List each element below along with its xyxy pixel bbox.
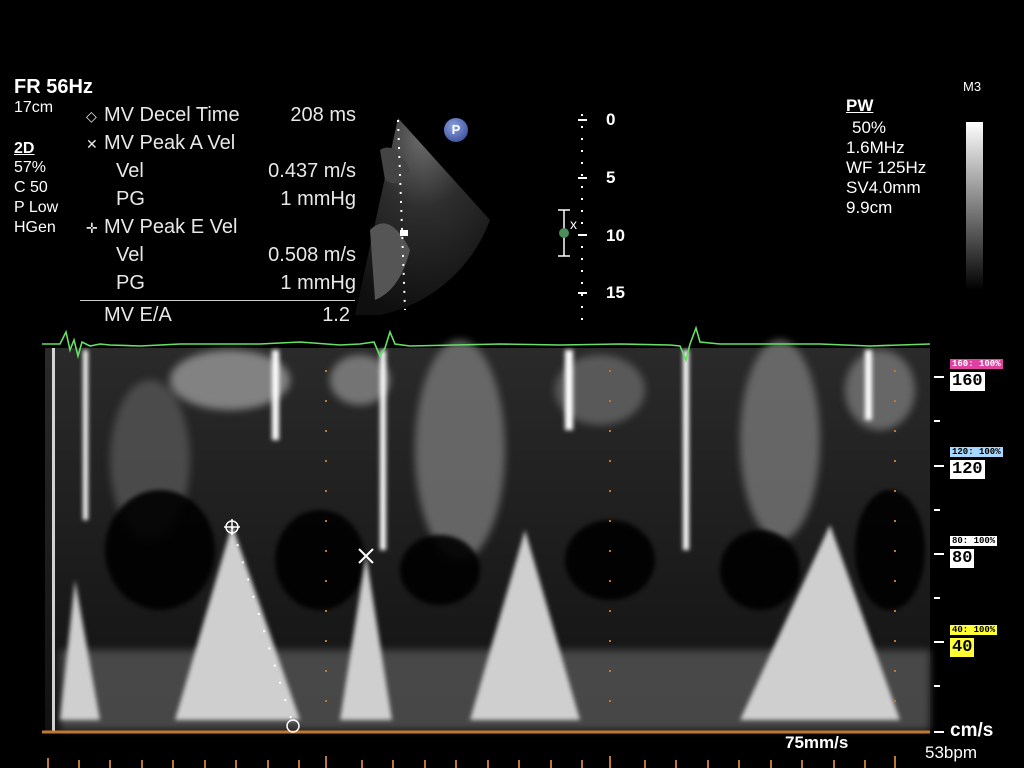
compression-label: C 50 — [14, 179, 48, 196]
velocity-label-40: 40: 100% 40 — [950, 619, 1010, 657]
velocity-tag: 80: 100% — [950, 536, 998, 546]
depth-tick-label: 5 — [606, 168, 616, 187]
grayscale-bar — [966, 122, 983, 290]
diamond-caliper-icon: ◇ — [86, 108, 97, 124]
gate-depth-label: 9.9cm — [846, 198, 893, 217]
velocity-value: 120 — [950, 460, 985, 479]
measurement-value: 1 mmHg — [280, 188, 356, 210]
velocity-tag: 120: 100% — [950, 447, 1003, 457]
velocity-scale-ticks — [934, 376, 944, 733]
velocity-tag: 40: 100% — [950, 625, 998, 635]
velocity-unit-label: cm/s — [950, 720, 994, 741]
depth-tick-label: 15 — [606, 283, 625, 302]
velocity-value: 40 — [950, 638, 975, 657]
doppler-spectrum — [42, 325, 944, 768]
map-label: M3 — [963, 79, 982, 94]
velocity-value: 160 — [950, 372, 985, 391]
measurement-label: Vel — [116, 244, 144, 266]
velocity-label-160: 160: 100% 160 — [950, 353, 1010, 391]
cross-caliper-icon: ✕ — [86, 136, 98, 152]
gain-2d-label: 57% — [14, 159, 47, 176]
depth-tick-label: 0 — [606, 110, 616, 129]
measurement-label: MV Peak A Vel — [104, 132, 236, 154]
probe-badge[interactable]: P — [444, 118, 468, 142]
sector-thumbnail — [355, 118, 490, 315]
measurement-value: 1 mmHg — [280, 272, 356, 294]
heart-rate-label: 53bpm — [925, 743, 977, 762]
velocity-label-120: 120: 100% 120 — [950, 441, 1010, 479]
measurement-row: Vel 0.508 m/s — [84, 244, 356, 270]
time-axis-ticks — [47, 756, 896, 768]
measurement-value: 0.508 m/s — [268, 244, 356, 266]
sweep-speed-label: 75mm/s — [785, 733, 849, 752]
power-label: P Low — [14, 199, 59, 216]
measurement-label: MV Decel Time — [104, 104, 240, 126]
measurement-row: ✛ MV Peak E Vel — [84, 216, 356, 242]
measurement-row: ◇ MV Decel Time 208 ms — [84, 104, 356, 130]
velocity-value: 80 — [950, 549, 975, 568]
pw-mode-label: PW — [846, 96, 874, 115]
velocity-label-80: 80: 100% 80 — [950, 530, 1010, 568]
measurement-row: PG 1 mmHg — [84, 272, 356, 298]
frame-rate-label: FR 56Hz — [14, 76, 93, 98]
svg-text:x: x — [570, 216, 577, 232]
measurement-row: ✕ MV Peak A Vel — [84, 132, 356, 158]
wall-filter-label: WF 125Hz — [846, 158, 927, 177]
sample-volume-gate[interactable]: x — [555, 208, 585, 260]
velocity-tag: 160: 100% — [950, 359, 1003, 369]
measurement-label: MV Peak E Vel — [104, 216, 238, 238]
mode-2d-label: 2D — [14, 140, 35, 157]
pw-gain-label: 50% — [852, 118, 887, 137]
measurement-label: PG — [116, 272, 145, 294]
sample-volume-label: SV4.0mm — [846, 178, 921, 197]
plus-caliper-icon: ✛ — [86, 220, 98, 236]
measurement-label: PG — [116, 188, 145, 210]
measurement-divider — [80, 300, 355, 301]
depth-tick-label: 10 — [606, 226, 625, 245]
frequency-label: 1.6MHz — [846, 138, 905, 157]
harmonic-label: HGen — [14, 219, 56, 236]
depth-label: 17cm — [14, 99, 54, 116]
measurement-value: 208 ms — [290, 104, 356, 126]
measurement-label: Vel — [116, 160, 144, 182]
measurement-value: 0.437 m/s — [268, 160, 356, 182]
measurement-row: PG 1 mmHg — [84, 188, 356, 214]
measurement-row: Vel 0.437 m/s — [84, 160, 356, 186]
